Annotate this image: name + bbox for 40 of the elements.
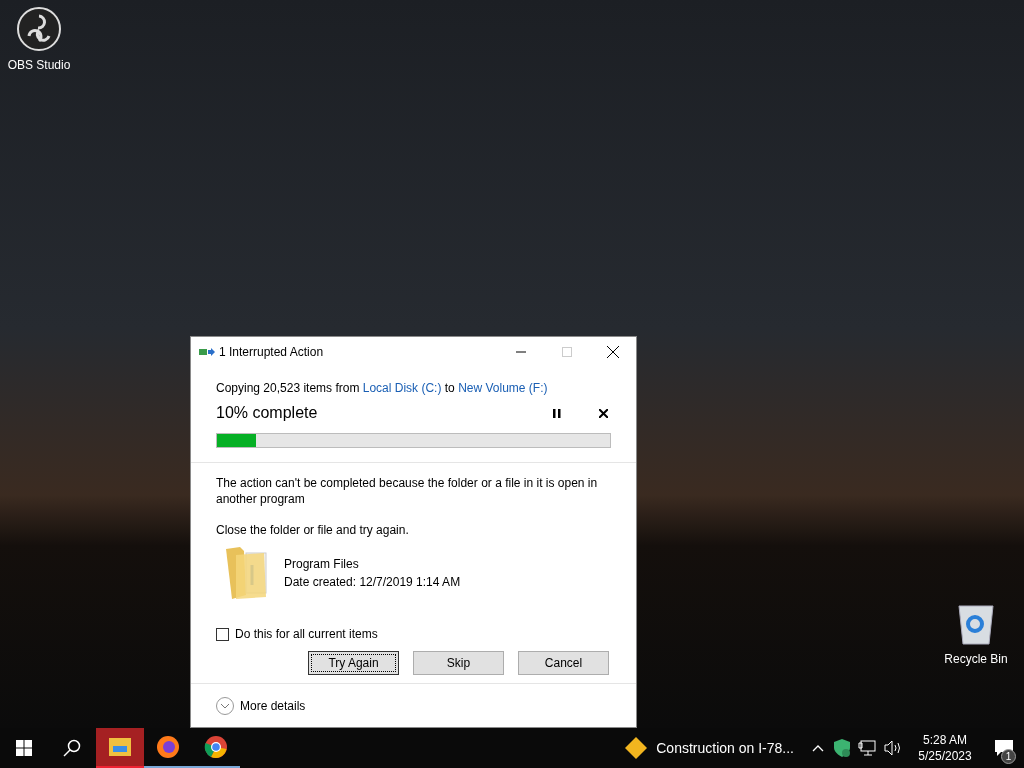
clock-time: 5:28 AM: [923, 732, 967, 748]
progress-label: 10% complete: [216, 403, 318, 423]
dialog-button[interactable]: Try Again: [308, 651, 399, 675]
warning-sign-icon: [625, 737, 648, 759]
copy-arrow-icon: [199, 347, 215, 357]
chrome-icon: [204, 735, 228, 759]
network-icon[interactable]: [858, 740, 876, 756]
obs-logo-icon: [16, 6, 62, 52]
checkbox-label: Do this for all current items: [235, 626, 378, 643]
search-icon: [63, 739, 81, 757]
news-widget-button[interactable]: Construction on I-78...: [656, 737, 794, 759]
more-details-button[interactable]: More details: [216, 696, 306, 715]
firefox-icon: [156, 735, 180, 759]
close-icon: [598, 408, 608, 418]
copy-summary: Copying 20,523 items from Local Disk (C:) to New Volume (F:): [216, 380, 549, 397]
folder-icon: [109, 738, 131, 756]
error-message: The action can't be completed because the folder or a file in it is open in another program: [216, 475, 599, 507]
file-name: Program Files: [284, 556, 360, 573]
instruction-text: Close the folder or file and try again.: [216, 522, 410, 539]
maximize-icon: [562, 347, 572, 357]
notification-badge: 1: [1001, 749, 1016, 764]
checkbox[interactable]: [216, 627, 229, 641]
drive-link[interactable]: New Volume (F:): [458, 381, 548, 395]
chevron-down-icon: [216, 696, 234, 715]
desktop-icon-label[interactable]: Recycle Bin: [944, 650, 1008, 668]
speaker-icon[interactable]: [884, 740, 902, 756]
dialog-button[interactable]: Skip: [413, 651, 504, 675]
file-date: Date created: 12/7/2019 1:14 AM: [284, 574, 461, 591]
folder-icon: [224, 545, 270, 601]
drive-link[interactable]: Local Disk (C:): [362, 381, 442, 395]
windows-logo-icon: [16, 740, 32, 756]
recycle-bin-icon: [956, 602, 996, 646]
shield-icon[interactable]: [834, 739, 850, 757]
pause-icon: [553, 408, 561, 418]
close-icon: [607, 346, 619, 358]
clock-date: 5/25/2023: [918, 748, 972, 764]
clock-button[interactable]: 5:28 AM 5/25/2023: [912, 732, 978, 764]
dialog-button[interactable]: Cancel: [518, 651, 609, 675]
desktop-icon-label[interactable]: OBS Studio: [7, 56, 71, 74]
window-title: 1 Interrupted Action: [219, 344, 324, 361]
